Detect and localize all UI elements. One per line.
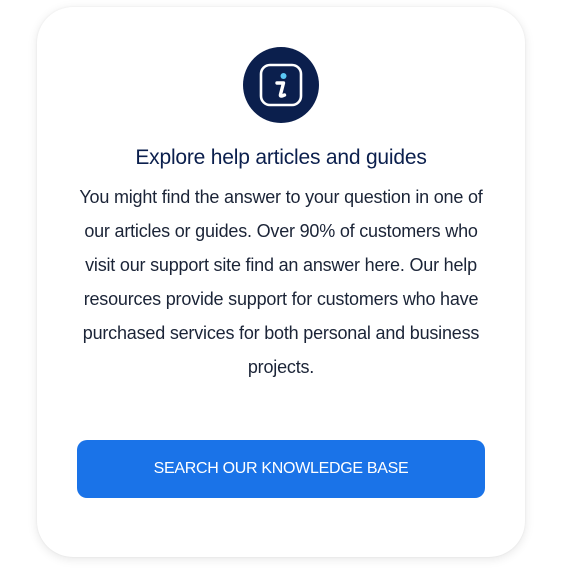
search-knowledge-base-button[interactable]: SEARCH OUR KNOWLEDGE BASE <box>77 440 485 498</box>
card-title: Explore help articles and guides <box>135 146 427 169</box>
card-description: You might find the answer to your questi… <box>79 187 483 377</box>
help-articles-card: Explore help articles and guides You mig… <box>37 7 525 557</box>
page: Explore help articles and guides You mig… <box>0 0 566 569</box>
info-icon <box>243 47 319 123</box>
